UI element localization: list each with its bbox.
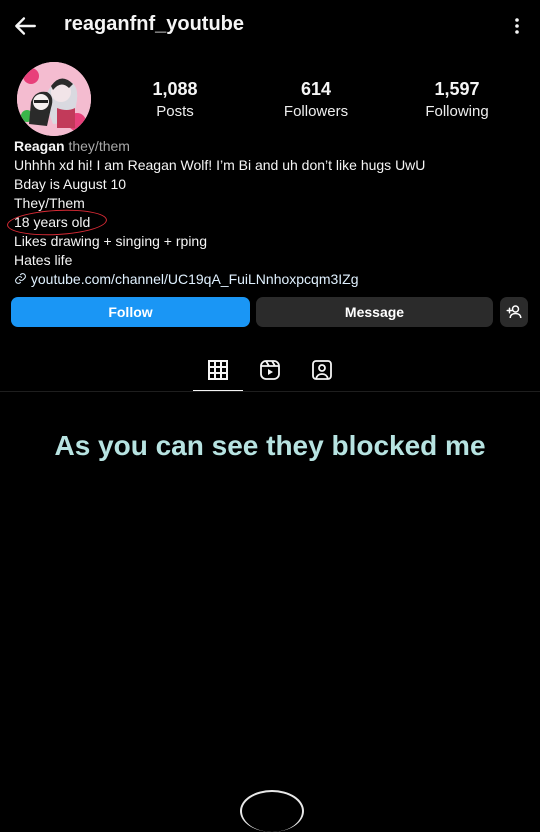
bio-line: They/Them [14, 195, 85, 211]
profile-tabs [0, 352, 540, 392]
follow-button[interactable]: Follow [11, 297, 250, 327]
profile-header: reaganfnf_youtube [0, 0, 540, 52]
link-icon [15, 273, 26, 284]
overlay-caption: As you can see they blocked me [54, 430, 486, 461]
stat-label: Followers [283, 103, 349, 120]
circled-text: 18 years old [6, 207, 108, 238]
divider [0, 391, 540, 392]
bio-line-circled: 18 years old [6, 207, 534, 238]
posts-count: 1,088 Posts [115, 79, 235, 120]
avatar-illustration [17, 62, 91, 136]
arrow-left-icon[interactable] [12, 13, 38, 39]
avatar[interactable] [17, 62, 91, 136]
bio-link[interactable]: youtube.com/channel/UC19qA_FuiLNnhoxpcqm… [14, 270, 534, 289]
bio-line: Bday is August 10 [14, 176, 127, 192]
reels-icon[interactable] [258, 358, 282, 382]
following-count[interactable]: 1,597 Following [397, 79, 517, 120]
add-user-icon [506, 305, 522, 319]
message-button[interactable]: Message [256, 297, 493, 327]
bio-line: Likes drawing + singing + rping [14, 233, 208, 249]
profile-bio: Reagan they/them Uhhhh xd hi! I am Reaga… [6, 137, 534, 289]
bio-line: Uhhhh xd hi! I am Reagan Wolf! I’m Bi an… [14, 157, 426, 173]
bio-link-text[interactable]: youtube.com/channel/UC19qA_FuiLNnhoxpcqm… [31, 271, 359, 287]
stat-label: Following [425, 103, 489, 120]
stat-value: 1,088 [152, 79, 198, 99]
stat-value: 1,597 [434, 79, 480, 99]
tagged-icon[interactable] [310, 358, 334, 382]
stat-value: 614 [300, 79, 332, 99]
grid-icon[interactable] [206, 358, 230, 382]
add-user-button[interactable] [500, 297, 528, 327]
bio-line: Hates life [14, 252, 73, 268]
stat-label: Posts [156, 103, 194, 120]
bio-pronouns: they/them [68, 138, 130, 154]
more-vertical-icon[interactable] [510, 14, 524, 38]
followers-count[interactable]: 614 Followers [256, 79, 376, 120]
record-button-edge [240, 790, 304, 832]
profile-username: reaganfnf_youtube [64, 13, 245, 35]
bio-name: Reagan [14, 138, 65, 154]
bio-name-row: Reagan they/them [14, 137, 534, 156]
